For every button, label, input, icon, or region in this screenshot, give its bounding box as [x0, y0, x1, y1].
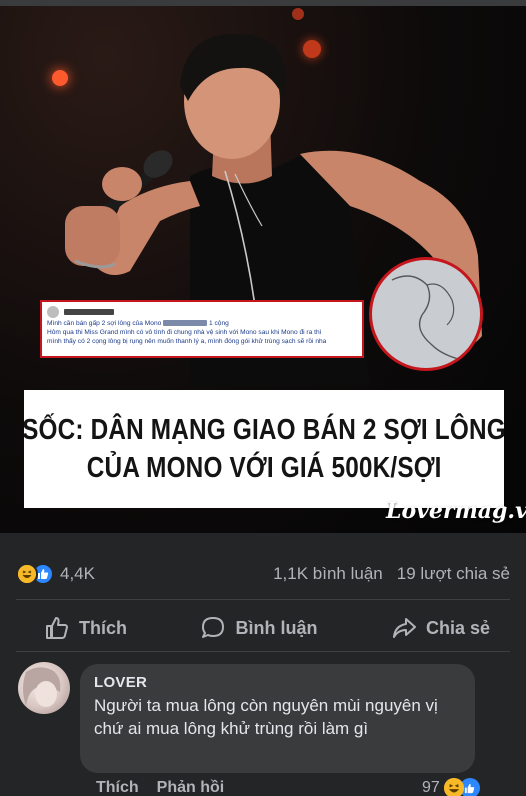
- watermark-logo: Lovermag.vn: [386, 498, 526, 524]
- headline-line-1: SỐC: DÂN MẠNG GIAO BÁN 2 SỢI LÔNG: [22, 414, 506, 446]
- screenshot-line-4: mình thấy có 2 cọng lông bị rụng nên muố…: [47, 338, 327, 345]
- divider: [16, 599, 510, 600]
- comment-reactions[interactable]: 97: [422, 778, 480, 796]
- stats-right: 1,1K bình luận 19 lượt chia sẻ: [273, 564, 510, 584]
- comment-bubble-icon: [202, 617, 225, 638]
- thumbs-up-icon: [46, 617, 68, 639]
- haha-emoji-icon: [16, 563, 38, 585]
- post-action-bar: Thích Bình luận Chia sẻ: [0, 607, 526, 649]
- screenshot-line-2: 1 cộng: [208, 320, 229, 327]
- post-image[interactable]: Mình cần bán gấp 2 sợi lông của Mono 1 c…: [0, 6, 526, 533]
- comment-reaction-count: 97: [422, 779, 440, 796]
- comment-bubble: LOVER Người ta mua lông còn nguyên mùi n…: [80, 664, 475, 773]
- comment-button-label: Bình luận: [235, 617, 318, 638]
- commenter-avatar[interactable]: [18, 662, 70, 714]
- comment-like-button[interactable]: Thích: [96, 779, 139, 796]
- headline-banner: SỐC: DÂN MẠNG GIAO BÁN 2 SỢI LÔNG CỦA MO…: [22, 390, 506, 508]
- screenshot-redacted: [163, 320, 208, 327]
- screenshot-avatar: [47, 306, 59, 318]
- share-button[interactable]: Chia sẻ: [391, 615, 490, 641]
- screenshot-line-1: Mình cần bán gấp 2 sợi lông của Mono: [47, 320, 162, 327]
- divider: [16, 651, 510, 652]
- share-arrow-icon: [392, 618, 416, 638]
- screenshot-line: Mình cần bán gấp 2 sợi lông của Mono 1 c…: [47, 319, 357, 328]
- embedded-post-screenshot: Mình cần bán gấp 2 sợi lông của Mono 1 c…: [40, 300, 364, 358]
- screenshot-line-3: Hôm qua thi Miss Grand mình có vô tình đ…: [47, 329, 322, 336]
- hair-closeup-circle: [369, 257, 483, 371]
- comment-author[interactable]: LOVER: [94, 674, 461, 692]
- reaction-icons[interactable]: [16, 563, 54, 585]
- headline-line-2: CỦA MONO VỚI GIÁ 500K/SỢI: [86, 452, 442, 484]
- comment-button[interactable]: Bình luận: [200, 615, 317, 641]
- like-button-label: Thích: [79, 617, 127, 638]
- screenshot-redacted-name: [64, 309, 114, 315]
- reaction-count[interactable]: 4,4K: [60, 564, 95, 584]
- avatar-image: [23, 667, 61, 707]
- comment-actions: Thích Phản hồi: [96, 779, 224, 796]
- post-stats-bar: 4,4K 1,1K bình luận 19 lượt chia sẻ: [0, 557, 526, 591]
- comment-text: Người ta mua lông còn nguyên mùi nguyên …: [94, 696, 438, 738]
- haha-emoji-icon: [443, 778, 464, 796]
- comment-count[interactable]: 1,1K bình luận: [273, 564, 383, 584]
- share-count[interactable]: 19 lượt chia sẻ: [397, 564, 510, 584]
- share-button-label: Chia sẻ: [425, 617, 490, 638]
- comment-reply-button[interactable]: Phản hồi: [157, 779, 225, 796]
- screenshot-header: [47, 305, 357, 319]
- like-button[interactable]: Thích: [44, 615, 127, 641]
